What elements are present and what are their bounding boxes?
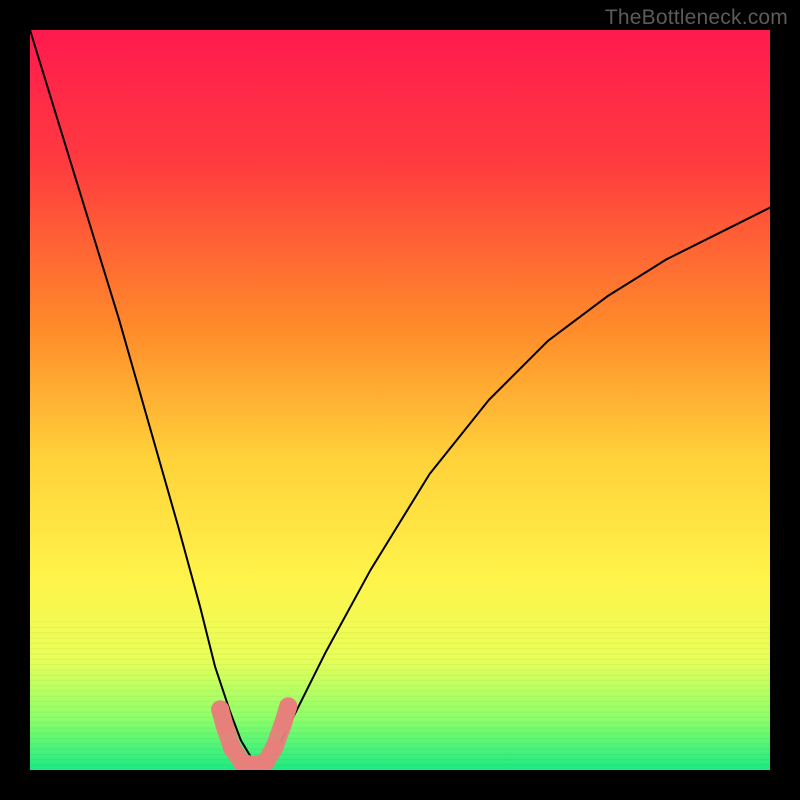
marker-dot <box>216 717 234 735</box>
bottleneck-chart <box>30 30 770 770</box>
plot-area <box>30 30 770 770</box>
marker-dot <box>265 739 283 757</box>
watermark-text: TheBottleneck.com <box>605 6 788 30</box>
marker-dot <box>279 697 297 715</box>
marker-dot <box>274 714 292 732</box>
chart-stage: TheBottleneck.com <box>0 0 800 800</box>
marker-dot <box>223 739 241 757</box>
marker-dot <box>211 700 229 718</box>
